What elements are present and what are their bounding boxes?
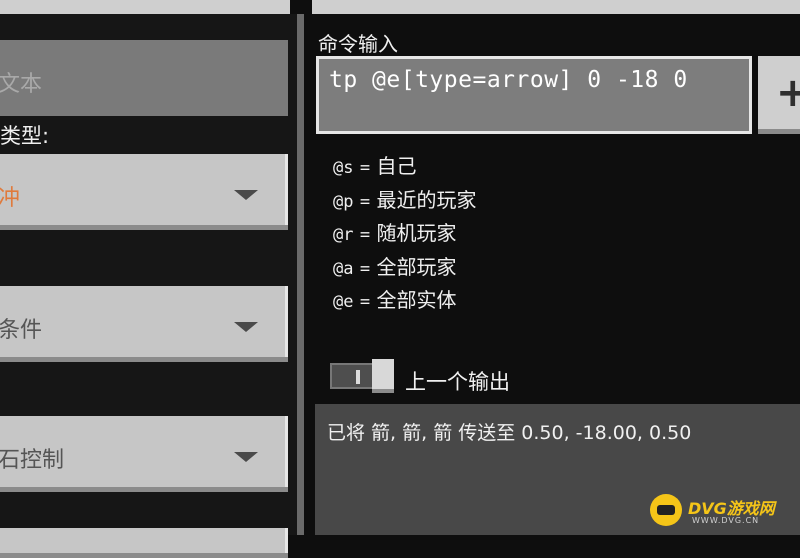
selector-item: @a = 全部玩家	[333, 254, 457, 279]
selector-item: @p = 最近的玩家	[333, 187, 477, 212]
redstone-dropdown[interactable]: 石控制	[0, 416, 288, 492]
condition-value: 条件	[0, 318, 43, 343]
command-input-field[interactable]: tp @e[type=arrow] 0 -18 0	[316, 56, 752, 134]
selector-item: @e = 全部实体	[333, 288, 457, 312]
command-text: tp @e[type=arrow] 0 -18 0	[329, 67, 688, 93]
toggle-knob	[372, 359, 394, 393]
top-gap	[290, 0, 312, 14]
panel-divider	[297, 14, 304, 535]
chevron-down-icon	[234, 190, 258, 200]
condition-dropdown[interactable]: 条件	[0, 286, 288, 362]
chevron-down-icon	[234, 322, 258, 332]
left-panel: 文本 类型: 冲 条件 石控制	[0, 14, 302, 558]
selector-item: @r = 随机玩家	[333, 221, 457, 245]
block-type-label: 类型:	[0, 124, 50, 148]
previous-output-label: 上一个输出	[405, 370, 510, 394]
chevron-down-icon	[234, 452, 258, 462]
selector-item: @s = 自己	[333, 154, 417, 178]
block-type-value: 冲	[0, 186, 21, 211]
plus-icon: +	[776, 70, 800, 116]
previous-output-toggle[interactable]	[330, 359, 394, 393]
previous-output-text: 已将 箭, 箭, 箭 传送至 0.50, -18.00, 0.50	[327, 422, 692, 444]
redstone-value: 石控制	[0, 448, 65, 473]
top-strip	[0, 0, 800, 14]
gamepad-icon	[650, 494, 682, 526]
watermark-logo: DVG游戏网 WWW.DVG.CN	[650, 488, 800, 533]
selector-help-list: @s = 自己 @p = 最近的玩家 @r = 随机玩家 @a = 全部玩家 @…	[333, 150, 476, 318]
command-input-title: 命令输入	[318, 32, 398, 56]
hover-text-input[interactable]: 文本	[0, 40, 288, 116]
add-button[interactable]: +	[758, 56, 800, 134]
watermark-url: WWW.DVG.CN	[692, 516, 760, 525]
next-dropdown-partial[interactable]	[0, 528, 288, 558]
hover-text-placeholder: 文本	[0, 72, 43, 97]
block-type-dropdown[interactable]: 冲	[0, 154, 288, 230]
